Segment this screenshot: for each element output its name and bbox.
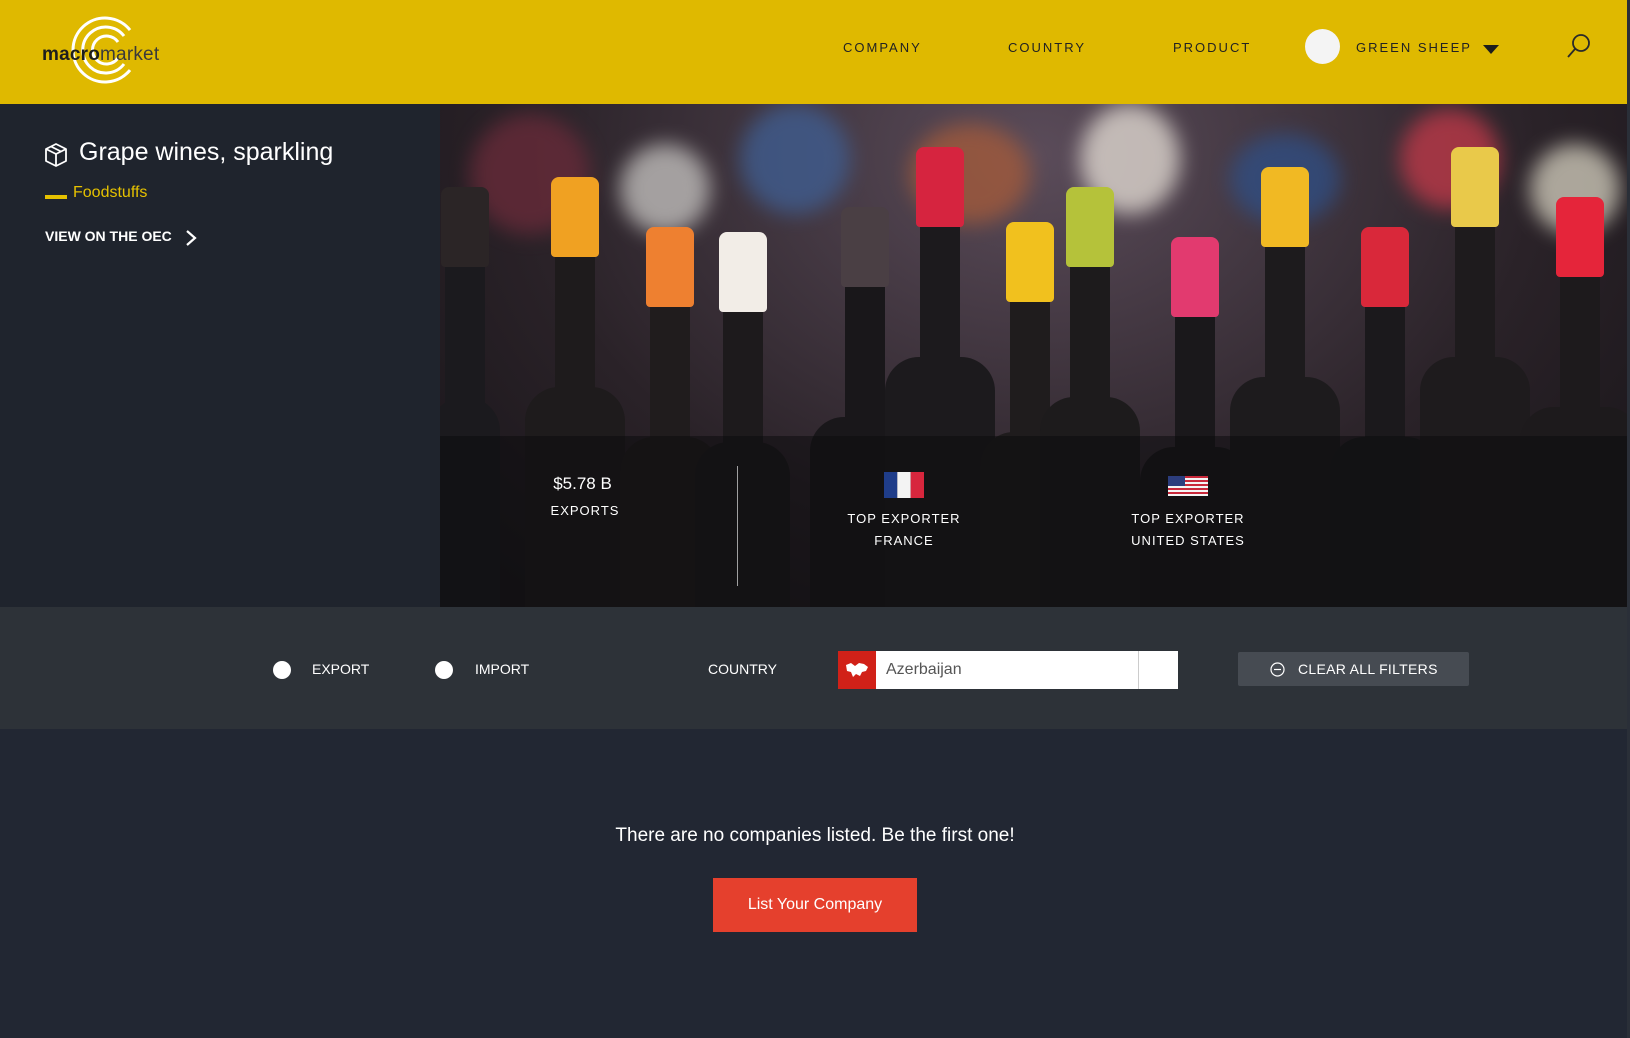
exports-label: EXPORTS — [550, 503, 620, 518]
exports-value: $5.78 B — [553, 474, 612, 493]
export-label[interactable]: EXPORT — [312, 661, 369, 677]
user-name[interactable]: GREEN SHEEP — [1356, 40, 1472, 55]
view-on-oec-link[interactable]: VIEW ON THE OEC — [45, 228, 172, 244]
hero-banner: $5.78 B EXPORTS TOP EXPORTER FRANCE TOP … — [440, 104, 1630, 607]
clear-all-filters-label: CLEAR ALL FILTERS — [1298, 661, 1438, 677]
stat-divider — [737, 466, 738, 586]
list-your-company-button[interactable]: List Your Company — [713, 878, 917, 932]
box-icon — [45, 143, 67, 167]
export-radio[interactable] — [273, 661, 291, 679]
chevron-down-icon[interactable] — [1483, 45, 1499, 54]
nav-product[interactable]: PRODUCT — [1173, 40, 1251, 55]
logo-text: macromarket — [42, 44, 160, 65]
empty-state-message: There are no companies listed. Be the fi… — [615, 825, 1015, 846]
country-input[interactable] — [876, 651, 1136, 689]
search-icon[interactable] — [1566, 33, 1592, 59]
country-filter-label: COUNTRY — [708, 661, 777, 677]
filter-bar: EXPORT IMPORT COUNTRY CLEAR ALL FILTERS — [0, 607, 1630, 729]
import-label[interactable]: IMPORT — [475, 661, 529, 677]
country-select[interactable] — [838, 651, 1178, 689]
product-panel: Grape wines, sparkling Foodstuffs VIEW O… — [0, 104, 440, 607]
top-exporter-united-states[interactable]: UNITED STATES — [1103, 530, 1273, 552]
top-header: macromarket COMPANY COUNTRY PRODUCT GREE… — [0, 0, 1630, 104]
top-exporter-france[interactable]: FRANCE — [829, 530, 979, 552]
bokeh-light — [740, 104, 850, 214]
import-radio[interactable] — [435, 661, 453, 679]
bokeh-light — [620, 144, 710, 234]
user-avatar[interactable] — [1305, 29, 1340, 64]
minus-circle-icon — [1270, 662, 1285, 677]
nav-country[interactable]: COUNTRY — [1008, 40, 1086, 55]
us-flag-icon — [1168, 476, 1208, 496]
top-exporter-label: TOP EXPORTER — [847, 511, 961, 526]
clear-all-filters-button[interactable]: CLEAR ALL FILTERS — [1238, 652, 1469, 686]
product-stats: $5.78 B EXPORTS TOP EXPORTER FRANCE TOP … — [440, 436, 1630, 607]
azerbaijan-map-icon — [838, 651, 876, 689]
product-title: Grape wines, sparkling — [79, 138, 334, 166]
macromarket-logo[interactable]: macromarket — [38, 14, 168, 86]
france-flag-icon — [884, 472, 924, 498]
nav-company[interactable]: COMPANY — [843, 40, 922, 55]
chevron-right-icon[interactable] — [185, 229, 197, 247]
product-category[interactable]: Foodstuffs — [73, 184, 147, 202]
category-marker — [45, 195, 67, 199]
top-exporter-label: TOP EXPORTER — [1131, 511, 1245, 526]
company-list-area: There are no companies listed. Be the fi… — [0, 729, 1630, 1038]
country-dropdown-toggle[interactable] — [1138, 651, 1178, 689]
